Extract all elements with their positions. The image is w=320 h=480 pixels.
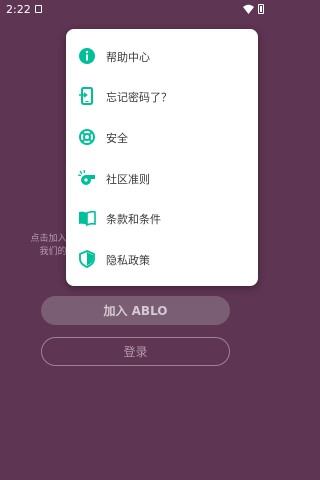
menu-item-label: 隐私政策 xyxy=(106,254,150,267)
login-button[interactable]: 登录 xyxy=(41,337,230,366)
menu-item-privacy-policy[interactable]: 隐私政策 xyxy=(66,239,258,279)
status-bar: 2:22 xyxy=(0,0,270,20)
help-menu: 帮助中心 忘记密码了？ 安全 社区准则 条款和条件 隐私政策 xyxy=(66,29,258,286)
menu-item-label: 条款和条件 xyxy=(106,213,161,226)
notification-icon xyxy=(35,5,42,13)
whistle-icon xyxy=(78,169,96,187)
menu-item-terms[interactable]: 条款和条件 xyxy=(66,198,258,238)
menu-item-label: 帮助中心 xyxy=(106,51,150,64)
menu-item-label: 忘记密码了？ xyxy=(106,91,172,104)
info-icon xyxy=(78,47,96,65)
battery-icon xyxy=(258,4,264,14)
menu-item-help-center[interactable]: 帮助中心 xyxy=(66,36,258,76)
menu-item-label: 安全 xyxy=(106,132,128,145)
book-icon xyxy=(78,209,96,227)
lifebuoy-icon xyxy=(78,128,96,146)
wifi-icon xyxy=(243,4,254,17)
menu-item-community-guidelines[interactable]: 社区准则 xyxy=(66,158,258,198)
shield-icon xyxy=(78,250,96,268)
phone-login-icon xyxy=(78,87,96,105)
menu-item-safety[interactable]: 安全 xyxy=(66,117,258,157)
join-button[interactable]: 加入 ABLO xyxy=(41,296,230,325)
status-time: 2:22 xyxy=(6,3,31,16)
menu-item-label: 社区准则 xyxy=(106,173,150,186)
menu-item-forgot-password[interactable]: 忘记密码了？ xyxy=(66,76,258,116)
